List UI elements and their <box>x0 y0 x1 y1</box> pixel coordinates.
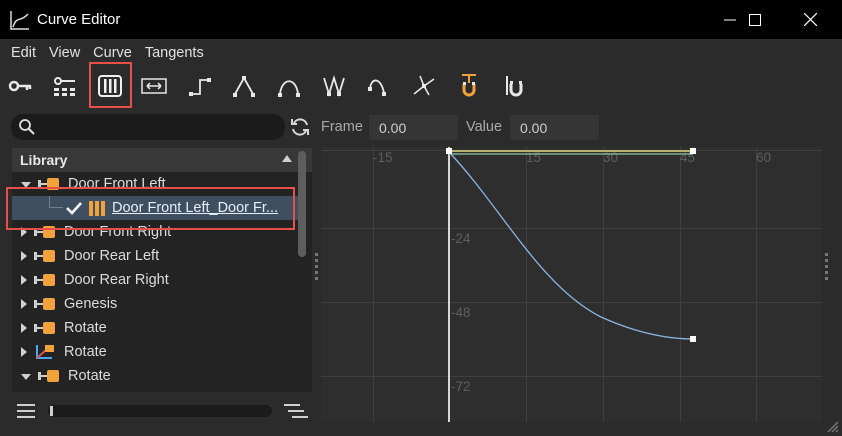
value-label: Value <box>466 119 503 135</box>
collapse-arrow-icon[interactable] <box>21 374 31 380</box>
magnet-button[interactable] <box>453 67 485 105</box>
key-button[interactable] <box>4 67 36 105</box>
tree-item-label: Rotate <box>64 344 107 360</box>
tree-item-rotate-expanded[interactable]: Rotate <box>12 364 298 388</box>
tree-item-door-rear-left[interactable]: Door Rear Left <box>12 244 298 268</box>
tree-item-label: Genesis <box>64 296 118 312</box>
tree-item-door-rear-right[interactable]: Door Rear Right <box>12 268 298 292</box>
left-resize-grip[interactable] <box>315 253 319 280</box>
maximize-button[interactable] <box>731 0 779 39</box>
spline-tangent-icon <box>413 75 435 96</box>
tree-header[interactable]: Library <box>12 148 312 172</box>
refresh-icon[interactable] <box>289 116 311 138</box>
ease-icon <box>278 80 300 97</box>
search-icon <box>19 119 35 135</box>
menu-edit[interactable]: Edit <box>11 45 36 61</box>
zigzag-button[interactable] <box>318 67 350 105</box>
expand-arrow-icon[interactable] <box>21 275 27 285</box>
tree-item-label: Door Rear Right <box>64 272 169 288</box>
null-object-icon <box>34 321 58 335</box>
magnet-snap-icon <box>506 76 523 97</box>
expand-arrow-icon[interactable] <box>21 299 27 309</box>
step-button[interactable] <box>184 67 216 105</box>
tree-item-rotate[interactable]: Rotate <box>12 316 298 340</box>
magnet-snap-button[interactable] <box>497 67 529 105</box>
fit-horizontal-icon <box>141 78 167 94</box>
keys-grid-button[interactable] <box>48 67 80 105</box>
null-object-icon <box>34 297 58 311</box>
keyframe-point[interactable] <box>690 336 696 342</box>
sort-lines-icon[interactable] <box>284 403 308 419</box>
zoom-slider-thumb[interactable] <box>50 406 53 416</box>
list-menu-icon[interactable] <box>17 404 35 418</box>
selected-track-highlight <box>6 187 295 230</box>
sort-up-icon <box>282 155 292 162</box>
zigzag-icon <box>323 74 345 98</box>
maximize-icon <box>749 13 761 26</box>
right-resize-grip[interactable] <box>825 253 829 280</box>
linear-button[interactable] <box>228 67 260 105</box>
null-object-icon <box>34 249 58 263</box>
linear-icon <box>233 76 255 97</box>
expand-arrow-icon[interactable] <box>21 251 27 261</box>
library-tree: Library Door Front Left Door Front Left_… <box>12 148 312 392</box>
animation-curve[interactable] <box>448 151 694 340</box>
expand-arrow-icon[interactable] <box>21 347 27 357</box>
tree-item-label: Door Rear Left <box>64 248 160 264</box>
value-field[interactable]: 0.00 <box>510 115 599 140</box>
menu-tangents[interactable]: Tangents <box>145 45 204 61</box>
curve-editor-app-icon <box>10 10 29 30</box>
frame-field[interactable]: 0.00 <box>369 115 458 140</box>
ease-out-icon <box>368 79 386 96</box>
frame-label: Frame <box>321 119 363 135</box>
step-icon <box>189 78 211 96</box>
tree-item-label: Rotate <box>64 320 107 336</box>
curve-canvas <box>446 147 696 422</box>
keys-grid-icon <box>54 77 75 96</box>
ease-button[interactable] <box>273 67 305 105</box>
search-input[interactable] <box>11 114 285 140</box>
menu-view[interactable]: View <box>49 45 80 61</box>
tree-item-label: Rotate <box>68 368 111 384</box>
ease-out-button[interactable] <box>363 67 395 105</box>
library-header-label: Library <box>20 152 68 168</box>
zoom-slider[interactable] <box>48 405 272 417</box>
tracks-button-highlight <box>89 62 132 108</box>
tree-scrollbar[interactable] <box>298 151 306 257</box>
axis-icon <box>36 345 54 359</box>
window-title: Curve Editor <box>37 11 121 28</box>
close-button[interactable] <box>786 0 834 39</box>
null-object-icon <box>38 369 62 383</box>
resize-corner-icon[interactable] <box>826 420 840 434</box>
magnet-icon <box>462 74 476 97</box>
tree-item-genesis[interactable]: Genesis <box>12 292 298 316</box>
close-icon <box>803 13 817 26</box>
key-icon <box>8 80 32 92</box>
keyframe-point[interactable] <box>690 148 696 154</box>
curve-graph[interactable]: -15 15 30 45 60 -24 -48 -72 <box>321 147 822 422</box>
tree-item-rotate-axis[interactable]: Rotate <box>12 340 298 364</box>
expand-arrow-icon[interactable] <box>21 323 27 333</box>
title-bar[interactable]: Curve Editor <box>0 0 842 39</box>
keyframe-point[interactable] <box>446 148 452 154</box>
fit-horizontal-button[interactable] <box>138 67 170 105</box>
null-object-icon <box>34 273 58 287</box>
spline-tangent-button[interactable] <box>408 67 440 105</box>
menu-curve[interactable]: Curve <box>93 45 132 61</box>
